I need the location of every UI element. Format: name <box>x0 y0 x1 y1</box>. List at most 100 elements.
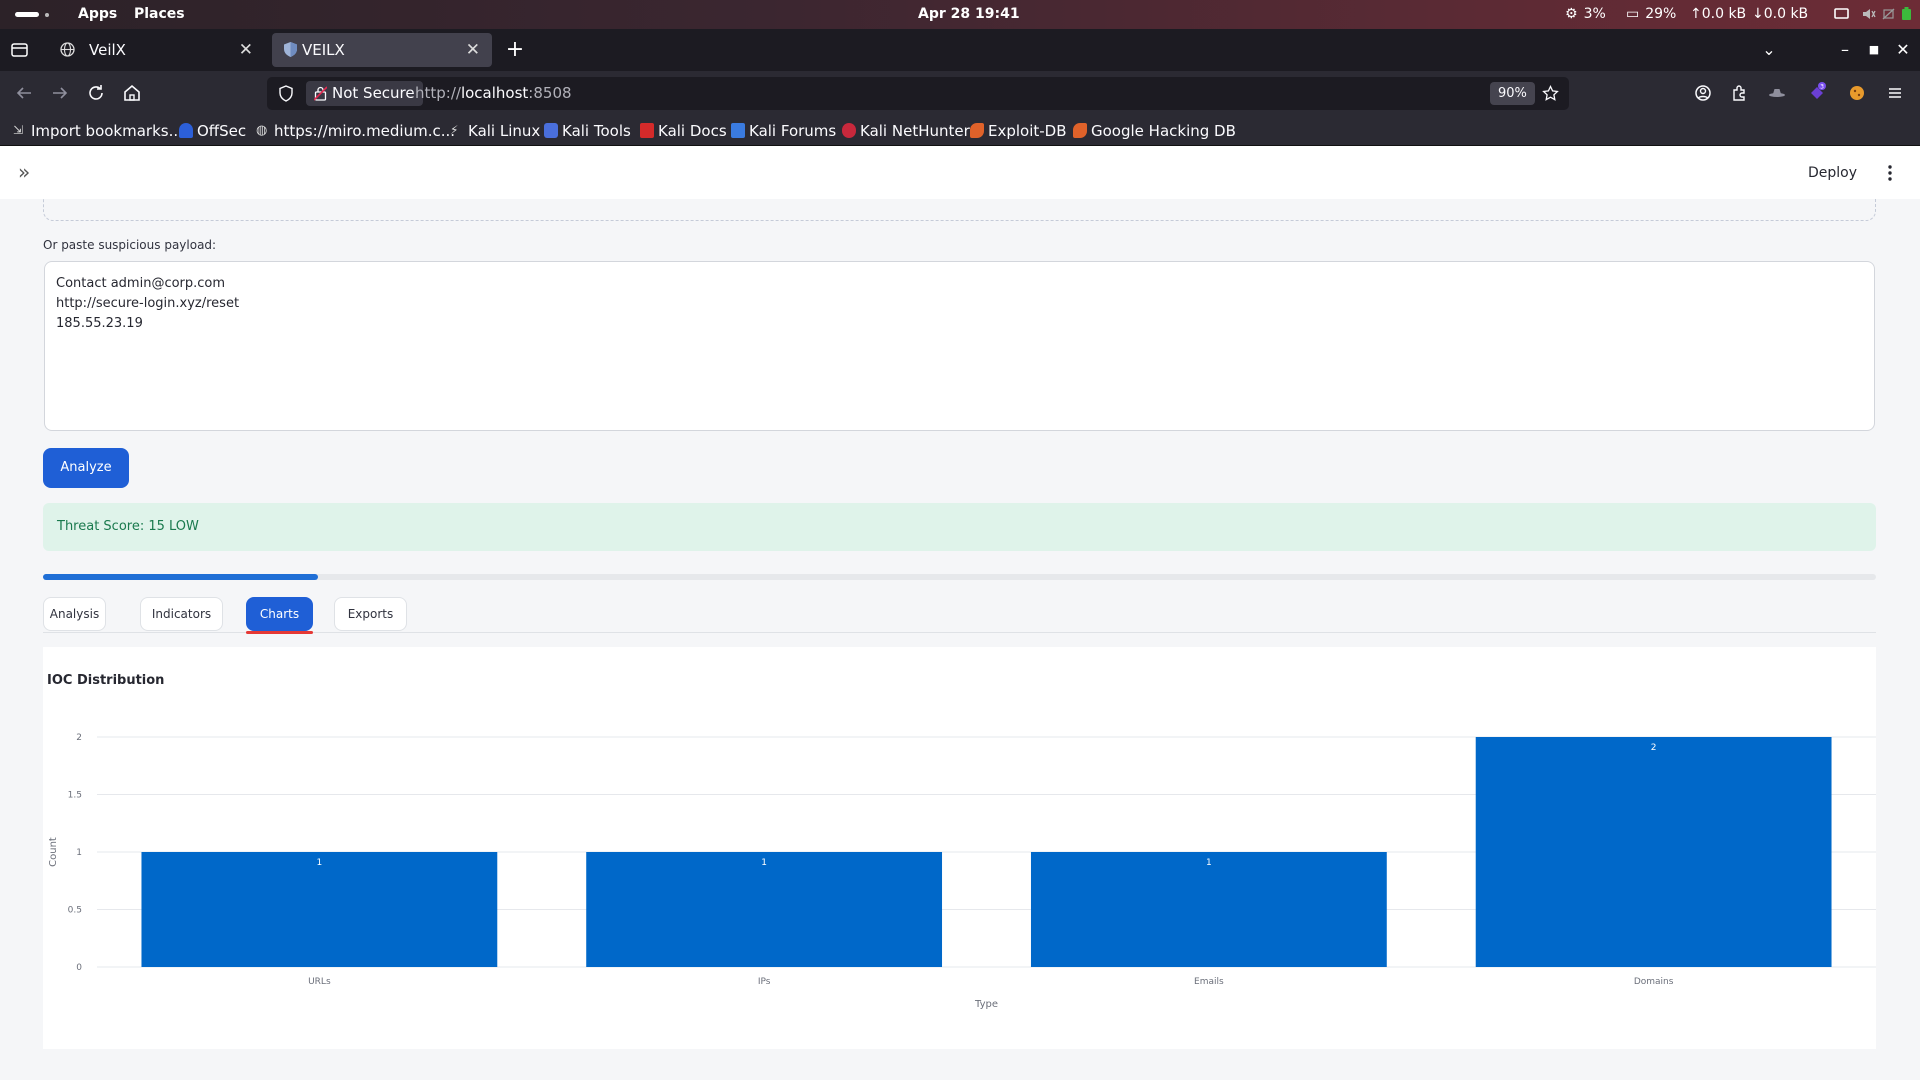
x-tick-label: Emails <box>1194 977 1224 987</box>
threat-score-alert: Threat Score: 15 LOW <box>43 503 1876 551</box>
workspace-indicator-icon[interactable] <box>15 12 39 17</box>
bar-data-label: 1 <box>761 858 767 868</box>
mute-icon[interactable] <box>1861 7 1876 21</box>
threat-progress-fill <box>43 574 318 580</box>
deploy-button[interactable]: Deploy <box>1808 160 1857 186</box>
bookmark-miro[interactable]: ◍ https://miro.medium.c... <box>256 116 455 146</box>
tab-title: VeilX <box>89 41 126 59</box>
new-tab-icon[interactable]: + <box>500 29 530 71</box>
network-icon[interactable] <box>1881 7 1896 21</box>
os-top-bar: Apps Places Apr 28 19:41 ⚙ 3% ▭ 29% ↑0.0 k… <box>0 0 1920 29</box>
threat-score-text: Threat Score: 15 LOW <box>57 519 199 534</box>
bookmark-exploit-db[interactable]: Exploit-DB <box>970 116 1067 146</box>
file-uploader-dropzone[interactable] <box>43 199 1876 221</box>
extension-badge-icon[interactable]: 3 <box>1805 81 1829 105</box>
download-arrow-icon: ↓ <box>1752 6 1764 22</box>
close-tab-icon[interactable]: ✕ <box>466 33 480 67</box>
download-indicator: ↓0.0 kB <box>1752 6 1809 22</box>
home-icon[interactable] <box>120 81 144 105</box>
tab-charts[interactable]: Charts <box>246 597 313 631</box>
svg-text:3: 3 <box>1820 84 1824 91</box>
maximize-icon[interactable]: ■ <box>1859 29 1889 71</box>
exploit-db-icon <box>970 123 984 138</box>
chart-panel: IOC Distribution 0 0.5 1 1.5 2 1 URLs 1 IPs 1 Emai… <box>43 647 1876 1049</box>
ghdb-icon <box>1073 123 1087 138</box>
bookmark-kali-linux[interactable]: ⚡ Kali Linux <box>450 116 540 146</box>
minimize-icon[interactable]: – <box>1830 29 1860 71</box>
bar-ips <box>586 852 943 967</box>
x-tick-label: IPs <box>758 977 771 987</box>
bookmark-import[interactable]: ⇲ Import bookmarks... <box>13 116 183 146</box>
expand-sidebar-icon[interactable]: » <box>18 162 40 184</box>
screen-icon[interactable] <box>1834 7 1849 21</box>
zoom-level-badge[interactable]: 90% <box>1490 82 1535 105</box>
nethunter-icon <box>842 123 856 138</box>
tab-overview-icon[interactable] <box>11 42 28 58</box>
browser-nav-bar: Not Secure http://localhost:8508 90% 3 <box>0 71 1920 116</box>
tracking-shield-icon[interactable] <box>278 85 294 102</box>
bookmark-kali-docs[interactable]: Kali Docs <box>640 116 727 146</box>
bar-data-label: 2 <box>1651 743 1657 753</box>
result-tabs: Analysis Indicators Charts Exports <box>43 597 1876 634</box>
places-menu[interactable]: Places <box>134 0 185 29</box>
bar-urls <box>141 852 498 967</box>
tab-analysis[interactable]: Analysis <box>43 597 106 631</box>
cookie-extension-icon[interactable] <box>1845 81 1869 105</box>
hamburger-menu-icon[interactable] <box>1883 81 1907 105</box>
kali-tools-icon <box>544 123 558 138</box>
y-tick-label: 0.5 <box>68 906 82 916</box>
insecure-lock-icon <box>314 86 327 101</box>
payload-textarea[interactable]: Contact admin@corp.com http://secure-log… <box>44 261 1875 431</box>
url-text[interactable]: http://localhost:8508 <box>415 77 572 110</box>
browser-tab-veilx-active[interactable]: VEILX ✕ <box>272 33 492 67</box>
upload-indicator: ↑0.0 kB <box>1690 6 1747 22</box>
close-window-icon[interactable]: ✕ <box>1888 29 1918 71</box>
back-icon[interactable] <box>12 81 36 105</box>
reload-icon[interactable] <box>84 81 108 105</box>
close-tab-icon[interactable]: ✕ <box>239 33 253 67</box>
tab-list-chevron-down-icon[interactable]: ⌄ <box>1754 29 1784 71</box>
app-header: » Deploy <box>0 146 1920 199</box>
memory-icon: ▭ <box>1626 6 1640 22</box>
bookmark-kali-forums[interactable]: Kali Forums <box>731 116 836 146</box>
y-tick-label: 2 <box>76 733 82 743</box>
extensions-puzzle-icon[interactable] <box>1728 81 1752 105</box>
kali-forums-icon <box>731 123 745 138</box>
threat-progress-bar <box>43 574 1876 580</box>
account-icon[interactable] <box>1691 81 1715 105</box>
more-options-icon[interactable] <box>1884 160 1896 186</box>
forward-icon[interactable] <box>48 81 72 105</box>
bookmark-kali-nethunter[interactable]: Kali NetHunter <box>842 116 970 146</box>
incognito-hat-icon[interactable] <box>1765 81 1789 105</box>
cpu-indicator: ⚙ 3% <box>1565 0 1606 29</box>
shield-icon <box>284 42 297 57</box>
bookmark-star-icon[interactable] <box>1542 85 1559 102</box>
memory-indicator: ▭ 29% <box>1626 0 1676 29</box>
bar-domains <box>1475 737 1832 967</box>
x-tick-label: Domains <box>1634 977 1674 987</box>
bar-emails <box>1030 852 1387 967</box>
globe-icon <box>60 42 75 57</box>
active-tab-underline <box>246 631 313 634</box>
kali-dragon-icon: ⚡ <box>450 123 459 137</box>
upload-arrow-icon: ↑ <box>1690 6 1702 22</box>
not-secure-badge[interactable]: Not Secure <box>306 81 423 106</box>
battery-icon[interactable] <box>1899 7 1914 21</box>
url-bar[interactable]: Not Secure http://localhost:8508 90% <box>267 77 1569 110</box>
apps-menu[interactable]: Apps <box>78 0 117 29</box>
main-content: Or paste suspicious payload: Contact adm… <box>0 199 1920 1080</box>
workspace-dot-icon[interactable] <box>45 13 49 17</box>
y-tick-label: 0 <box>76 963 82 973</box>
tab-indicators[interactable]: Indicators <box>140 597 223 631</box>
x-tick-label: URLs <box>308 977 331 987</box>
clock[interactable]: Apr 28 19:41 <box>918 0 1020 29</box>
bookmark-offsec[interactable]: OffSec <box>179 116 246 146</box>
browser-tab-veilx[interactable]: VeilX ✕ <box>45 33 265 67</box>
offsec-icon <box>179 123 193 138</box>
bookmark-google-hacking-db[interactable]: Google Hacking DB <box>1073 116 1236 146</box>
tab-exports[interactable]: Exports <box>334 597 407 631</box>
browser-tab-strip: VeilX ✕ VEILX ✕ + ⌄ – ■ ✕ <box>0 29 1920 71</box>
bookmark-kali-tools[interactable]: Kali Tools <box>544 116 631 146</box>
analyze-button[interactable]: Analyze <box>43 448 129 488</box>
y-axis-title: Count <box>48 837 59 867</box>
